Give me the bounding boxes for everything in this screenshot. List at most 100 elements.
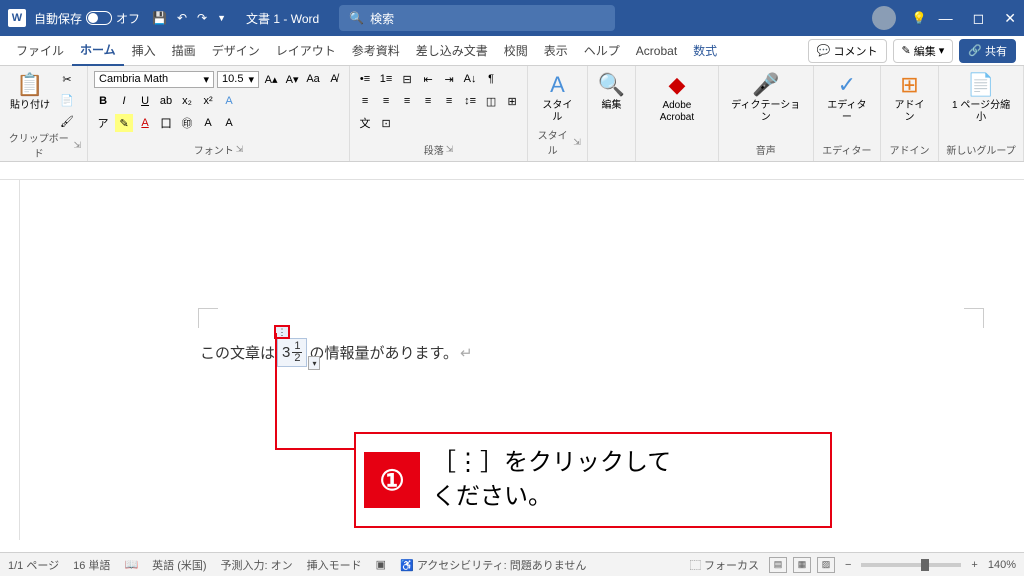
show-marks-icon[interactable]: ¶ (482, 70, 500, 88)
qat-more-icon[interactable]: ▼ (217, 13, 226, 23)
strike-icon[interactable]: ab (157, 92, 175, 110)
editor-button[interactable]: ✓ エディター (820, 70, 874, 126)
spellcheck-icon[interactable]: 📖 (124, 558, 138, 571)
equation-dropdown-icon[interactable]: ▾ (308, 356, 320, 370)
minimize-icon[interactable]: ― (939, 10, 953, 27)
fit-text-icon[interactable]: A (220, 114, 238, 132)
align-right-icon[interactable]: ≡ (398, 92, 416, 110)
account-avatar[interactable] (872, 6, 896, 30)
maximize-icon[interactable]: ◻ (973, 10, 985, 27)
close-icon[interactable]: ✕ (1004, 10, 1016, 27)
align-center-icon[interactable]: ≡ (377, 92, 395, 110)
help-icon[interactable]: 💡 (912, 11, 927, 25)
print-layout-icon[interactable]: ▦ (793, 557, 811, 573)
font-color-icon[interactable]: A (136, 114, 154, 132)
styles-button[interactable]: A スタイル (534, 70, 581, 126)
copy-icon[interactable]: 📄 (58, 91, 76, 109)
format-painter-icon[interactable]: 🖌 (58, 112, 76, 130)
tab-参考資料[interactable]: 参考資料 (344, 36, 408, 65)
tab-校閲[interactable]: 校閲 (496, 36, 536, 65)
tab-表示[interactable]: 表示 (536, 36, 576, 65)
highlight-icon[interactable]: ✎ (115, 114, 133, 132)
dictation-button[interactable]: 🎤 ディクテーション (725, 70, 807, 126)
macro-icon[interactable]: ▣ (376, 558, 386, 571)
font-name-combo[interactable]: Cambria Math▾ (94, 71, 214, 88)
char-border-icon[interactable]: 囗 (157, 114, 175, 132)
tab-挿入[interactable]: 挿入 (124, 36, 164, 65)
share-button[interactable]: 🔗 共有 (959, 39, 1016, 63)
bullets-icon[interactable]: •≡ (356, 70, 374, 88)
acrobat-button[interactable]: ◆ Adobe Acrobat (642, 70, 711, 126)
font-size-combo[interactable]: 10.5▾ (217, 71, 259, 88)
phonetic-icon[interactable]: ア (94, 114, 112, 132)
clear-format-icon[interactable]: A̸ (325, 70, 343, 88)
shading-icon[interactable]: ◫ (482, 92, 500, 110)
language-status[interactable]: 英語 (米国) (152, 557, 206, 573)
zoom-in-icon[interactable]: + (971, 559, 977, 571)
tab-ファイル[interactable]: ファイル (8, 36, 72, 65)
distribute-icon[interactable]: ≡ (440, 92, 458, 110)
predictive-input[interactable]: 予測入力: オン (221, 557, 293, 573)
text-effects-icon[interactable]: A (220, 92, 238, 110)
shrink-font-icon[interactable]: A▾ (283, 70, 301, 88)
indent-inc-icon[interactable]: ⇥ (440, 70, 458, 88)
shrink-page-button[interactable]: 📄 1 ページ分縮小 (945, 70, 1017, 126)
sort-icon[interactable]: A↓ (461, 70, 479, 88)
accessibility-status[interactable]: ♿ アクセシビリティ: 問題ありません (400, 557, 586, 573)
change-case-icon[interactable]: Aa (304, 70, 322, 88)
tab-数式[interactable]: 数式 (685, 36, 725, 65)
vertical-ruler[interactable] (0, 180, 20, 540)
align-left-icon[interactable]: ≡ (356, 92, 374, 110)
document-text[interactable]: この文章は ⋮ 3 1 2 ▾ の情報量があります。 ↵ (200, 338, 473, 367)
equation-object[interactable]: ⋮ 3 1 2 ▾ (277, 338, 307, 367)
read-mode-icon[interactable]: ▤ (769, 557, 787, 573)
numbering-icon[interactable]: 1≡ (377, 70, 395, 88)
zoom-out-icon[interactable]: − (845, 559, 851, 571)
char-shading-icon[interactable]: A (199, 114, 217, 132)
tab-Acrobat[interactable]: Acrobat (628, 38, 685, 64)
subscript-icon[interactable]: x₂ (178, 92, 196, 110)
line-spacing-icon[interactable]: ↕≡ (461, 92, 479, 110)
instruction-callout: ① ［⋮］をクリックして ください。 (354, 432, 832, 528)
horizontal-ruler[interactable] (0, 162, 1024, 180)
text-direction-icon[interactable]: 文 (356, 114, 374, 132)
autosave-toggle[interactable]: 自動保存 オフ (34, 10, 140, 27)
undo-icon[interactable]: ↶ (177, 11, 187, 25)
search-box[interactable]: 🔍 検索 (339, 5, 615, 31)
enclose-char-icon[interactable]: ㊞ (178, 114, 196, 132)
tab-ヘルプ[interactable]: ヘルプ (576, 36, 628, 65)
justify-icon[interactable]: ≡ (419, 92, 437, 110)
tab-描画[interactable]: 描画 (164, 36, 204, 65)
mic-icon: 🎤 (752, 72, 779, 98)
tab-差し込み文書[interactable]: 差し込み文書 (408, 36, 496, 65)
zoom-slider[interactable] (861, 563, 961, 567)
page-count[interactable]: 1/1 ページ (8, 557, 59, 573)
superscript-icon[interactable]: x² (199, 92, 217, 110)
italic-icon[interactable]: I (115, 92, 133, 110)
multilevel-icon[interactable]: ⊟ (398, 70, 416, 88)
tab-デザイン[interactable]: デザイン (204, 36, 268, 65)
cut-icon[interactable]: ✂ (58, 70, 76, 88)
underline-icon[interactable]: U (136, 92, 154, 110)
zoom-level[interactable]: 140% (988, 559, 1016, 571)
editing-mode-button[interactable]: ✎ 編集 ▾ (893, 39, 954, 63)
focus-mode[interactable]: ⬚ フォーカス (690, 557, 759, 573)
redo-icon[interactable]: ↷ (197, 11, 207, 25)
save-icon[interactable]: 💾 (152, 11, 167, 25)
bold-icon[interactable]: B (94, 92, 112, 110)
paste-button[interactable]: 📋 貼り付け (6, 70, 54, 114)
insert-mode[interactable]: 挿入モード (307, 557, 362, 573)
editing-button[interactable]: 🔍 編集 (594, 70, 629, 114)
word-count[interactable]: 16 単語 (73, 557, 110, 573)
grow-font-icon[interactable]: A▴ (262, 70, 280, 88)
tab-レイアウト[interactable]: レイアウト (268, 36, 344, 65)
addin-button[interactable]: ⊞ アドイン (887, 70, 932, 126)
tab-ホーム[interactable]: ホーム (72, 35, 124, 66)
comments-button[interactable]: 💬 コメント (808, 39, 887, 63)
addin-icon: ⊞ (900, 72, 918, 98)
web-layout-icon[interactable]: ▨ (817, 557, 835, 573)
indent-dec-icon[interactable]: ⇤ (419, 70, 437, 88)
asian-layout-icon[interactable]: ⊡ (377, 114, 395, 132)
borders-icon[interactable]: ⊞ (503, 92, 521, 110)
search-icon: 🔍 (349, 11, 364, 25)
